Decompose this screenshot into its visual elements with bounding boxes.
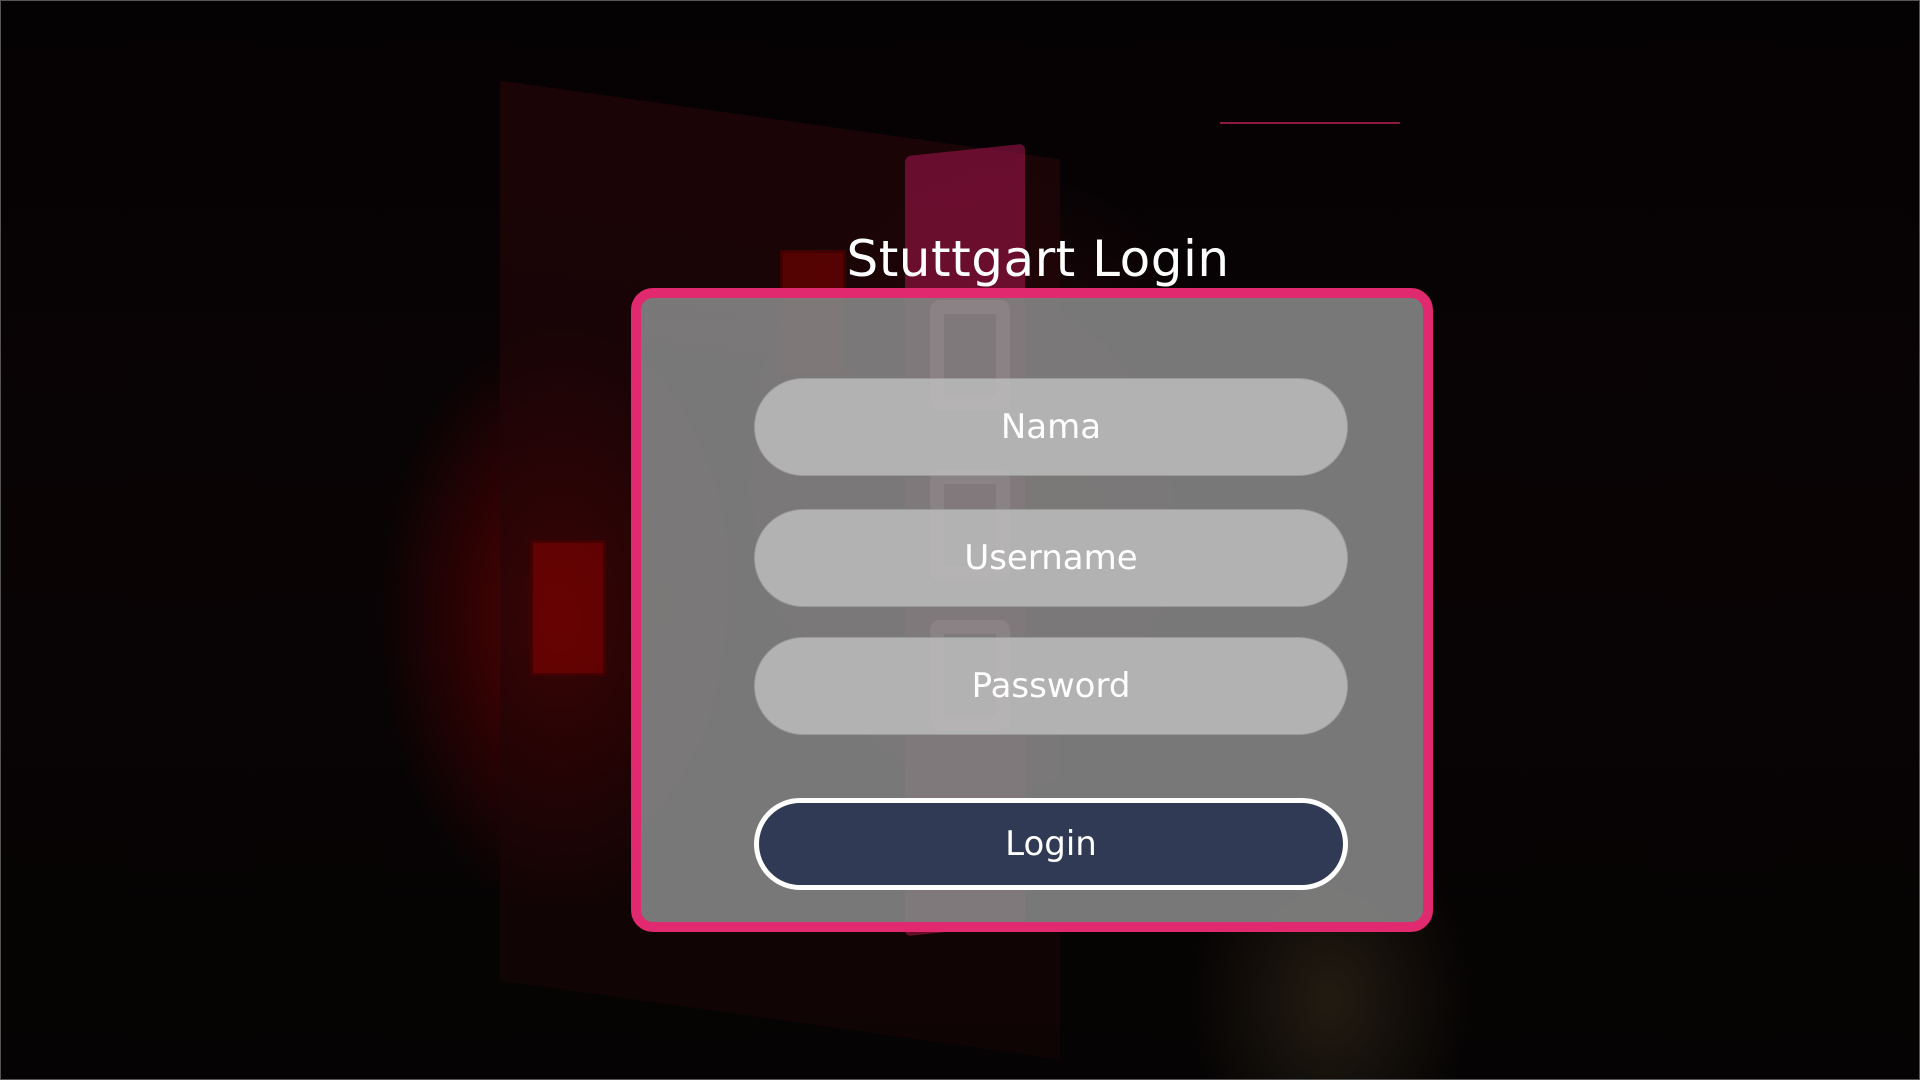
username-field[interactable] (754, 509, 1348, 607)
password-field[interactable] (754, 637, 1348, 735)
name-field[interactable] (754, 378, 1348, 476)
login-button[interactable]: Login (754, 798, 1348, 890)
background-window (530, 540, 606, 676)
login-page: Stuttgart Login Login (0, 0, 1920, 1080)
login-form: Login (631, 288, 1433, 932)
decorative-line (1220, 122, 1400, 124)
page-title: Stuttgart Login (846, 229, 1230, 288)
